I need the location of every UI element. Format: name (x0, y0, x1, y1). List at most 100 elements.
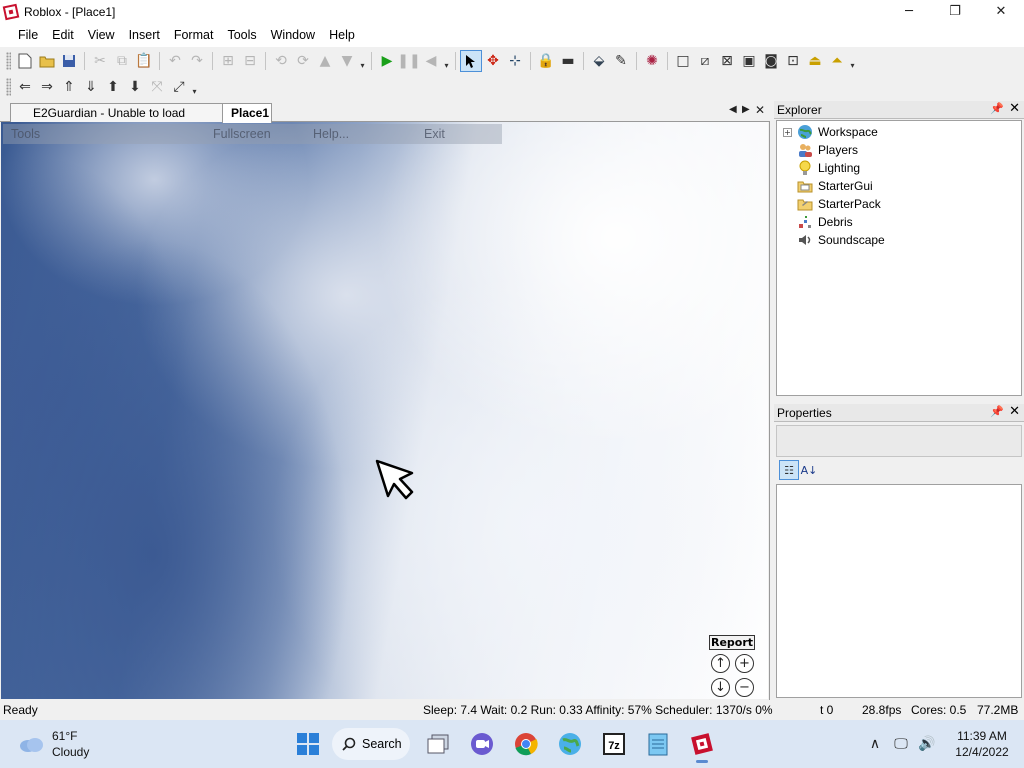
tree-item-debris[interactable]: Debris (777, 213, 1021, 231)
toolbar-overflow-icon[interactable]: ▾ (848, 52, 857, 70)
move-tool-icon[interactable]: ✥ (482, 50, 504, 72)
tree-item-lighting[interactable]: Lighting (777, 159, 1021, 177)
menu-window[interactable]: Window (264, 23, 322, 47)
toolbar-overflow-icon[interactable]: ▾ (442, 52, 451, 70)
report-button[interactable]: Report (709, 635, 755, 650)
resize-tool-icon[interactable]: ⊹ (504, 50, 526, 72)
task-view-button[interactable] (418, 724, 458, 764)
move-down-icon[interactable]: ▼ (336, 50, 358, 72)
tree-item-soundscape[interactable]: Soundscape (777, 231, 1021, 249)
tilt-up-icon[interactable]: ⇑ (58, 76, 80, 98)
explorer-close-icon[interactable]: ✕ (1009, 101, 1020, 116)
play-icon[interactable]: ▶ (376, 50, 398, 72)
select-tool-icon[interactable] (460, 50, 482, 72)
menu-view[interactable]: View (81, 23, 122, 47)
toolbar-grip[interactable] (6, 78, 11, 96)
network-icon[interactable]: 🖵 (890, 736, 912, 752)
zoom-out-icon[interactable]: ⬇ (124, 76, 146, 98)
menu-format[interactable]: Format (167, 23, 221, 47)
menu-tools[interactable]: Tools (220, 23, 263, 47)
reset-icon[interactable]: ◀ (420, 50, 442, 72)
chat-button[interactable] (462, 724, 502, 764)
chrome-button[interactable] (506, 724, 546, 764)
notepad-button[interactable] (638, 724, 678, 764)
ungroup-icon[interactable]: ⊟ (239, 50, 261, 72)
hinge-surface-icon[interactable]: ⏏ (804, 50, 826, 72)
maximize-button[interactable]: ❐ (932, 0, 978, 23)
camera-zoom-out-icon[interactable]: − (735, 678, 754, 697)
paste-icon[interactable]: 📋 (133, 50, 155, 72)
pan-right-icon[interactable]: ⇒ (36, 76, 58, 98)
pause-icon[interactable]: ❚❚ (397, 50, 420, 72)
weld-surface-icon[interactable]: ⊠ (716, 50, 738, 72)
group-icon[interactable]: ⊞ (217, 50, 239, 72)
toolbar-overflow-icon[interactable]: ▾ (190, 78, 199, 96)
menu-file[interactable]: File (11, 23, 45, 47)
tree-item-startergui[interactable]: StarterGui (777, 177, 1021, 195)
zoom-extents-icon[interactable]: ⤧ (146, 76, 168, 98)
chevron-up-icon[interactable]: ∧ (864, 736, 886, 752)
open-icon[interactable] (36, 50, 58, 72)
game-menu-exit[interactable]: Exit (424, 127, 445, 141)
smooth-surface-icon[interactable]: □ (672, 50, 694, 72)
move-up-icon[interactable]: ▲ (314, 50, 336, 72)
menu-edit[interactable]: Edit (45, 23, 81, 47)
universal-surface-icon[interactable]: ⊡ (782, 50, 804, 72)
start-button[interactable] (288, 724, 328, 764)
rotate-right-icon[interactable]: ⟳ (292, 50, 314, 72)
redo-icon[interactable]: ↷ (186, 50, 208, 72)
clock[interactable]: 11:39 AM 12/4/2022 (950, 728, 1014, 760)
properties-close-icon[interactable]: ✕ (1009, 404, 1020, 419)
pan-left-icon[interactable]: ⇐ (14, 76, 36, 98)
pin-icon[interactable]: 📌 (990, 405, 1004, 418)
tilt-down-icon[interactable]: ⇓ (80, 76, 102, 98)
tree-item-players[interactable]: Players (777, 141, 1021, 159)
close-button[interactable]: ✕ (978, 0, 1024, 23)
toolbar-overflow-icon[interactable]: ▾ (358, 52, 367, 70)
pin-icon[interactable]: 📌 (990, 102, 1004, 115)
volume-icon[interactable]: 🔊 (916, 736, 938, 752)
studs-surface-icon[interactable]: ▣ (738, 50, 760, 72)
tree-item-workspace[interactable]: + Workspace (777, 123, 1021, 141)
new-icon[interactable] (14, 50, 36, 72)
inlet-surface-icon[interactable]: ◙ (760, 50, 782, 72)
game-menu-tools[interactable]: Tools (11, 127, 40, 141)
paint-bucket-icon[interactable]: ⬙ (588, 50, 610, 72)
game-menu-fullscreen[interactable]: Fullscreen (213, 127, 271, 141)
menu-help[interactable]: Help (322, 23, 362, 47)
tab-next-icon[interactable]: ▶ (742, 104, 750, 115)
tab-place1[interactable]: Place1 (222, 103, 272, 123)
weather-widget[interactable]: 61°F Cloudy (18, 728, 89, 760)
toolbar-grip[interactable] (6, 52, 11, 70)
expand-icon[interactable]: + (783, 127, 792, 137)
roblox-taskbar-button[interactable] (682, 724, 722, 764)
browser-button[interactable] (550, 724, 590, 764)
camera-up-icon[interactable]: ↑ (711, 654, 730, 673)
minimize-button[interactable]: ─ (886, 0, 932, 23)
anchor-icon[interactable]: ▬ (557, 50, 579, 72)
properties-grid[interactable] (776, 484, 1022, 698)
camera-zoom-in-icon[interactable]: + (735, 654, 754, 673)
categorized-icon[interactable]: ☷ (779, 460, 799, 480)
tab-e2guardian[interactable]: E2Guardian - Unable to load website (10, 103, 232, 138)
taskbar-search[interactable]: Search (332, 728, 410, 760)
zoom-in-icon[interactable]: ⬆ (102, 76, 124, 98)
surface-icon[interactable]: ✺ (641, 50, 663, 72)
tab-close-icon[interactable]: ✕ (755, 103, 765, 117)
glue-surface-icon[interactable]: ⧄ (694, 50, 716, 72)
fit-view-icon[interactable]: ⤢ (168, 76, 190, 98)
save-icon[interactable] (58, 50, 80, 72)
tab-prev-icon[interactable]: ◀ (729, 104, 737, 115)
menu-insert[interactable]: Insert (122, 23, 167, 47)
undo-icon[interactable]: ↶ (164, 50, 186, 72)
camera-down-icon[interactable]: ↓ (711, 678, 730, 697)
cut-icon[interactable]: ✂ (89, 50, 111, 72)
game-viewport[interactable]: Tools Fullscreen Help... Exit Report ↑ +… (1, 122, 768, 699)
lock-icon[interactable]: 🔒 (535, 50, 557, 72)
dropper-icon[interactable]: ✎ (610, 50, 632, 72)
motor-surface-icon[interactable]: ⏶ (826, 50, 848, 72)
game-menu-help[interactable]: Help... (313, 127, 349, 141)
rotate-left-icon[interactable]: ⟲ (270, 50, 292, 72)
7zip-button[interactable]: 7z (594, 724, 634, 764)
sort-alpha-icon[interactable]: A↓ (799, 460, 819, 480)
